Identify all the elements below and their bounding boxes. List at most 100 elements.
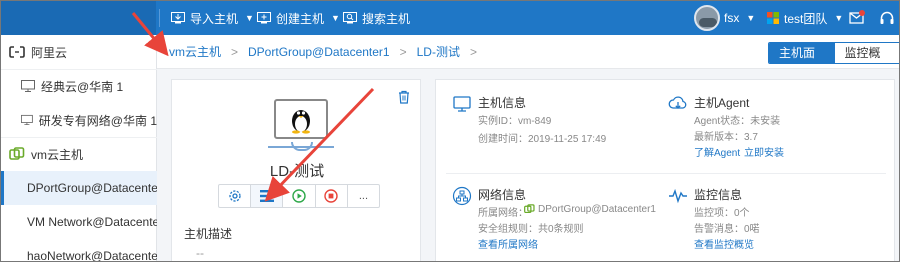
sidebar-item-classic-cloud[interactable]: 经典云@华南 1: [1, 69, 157, 103]
aliyun-icon: [9, 46, 25, 58]
create-host-menu[interactable]: 创建主机 ▼: [257, 1, 340, 35]
logo-area: [1, 1, 156, 35]
tab-host-panel[interactable]: 主机面板: [769, 43, 835, 63]
breadcrumb-separator: >: [231, 44, 239, 59]
breadcrumb-vm-hosts[interactable]: vm云主机: [169, 43, 221, 60]
chevron-down-icon: ▼: [245, 13, 254, 23]
host-desc-value: --: [196, 246, 204, 260]
sidebar-item-vm-network[interactable]: VM Network@Datacenter1: [1, 205, 157, 239]
breadcrumb-separator: >: [399, 44, 407, 59]
settings-button[interactable]: [219, 185, 252, 207]
host-desc-label: 主机描述: [184, 227, 233, 241]
mail-icon: [849, 10, 865, 24]
team-icon: [767, 12, 779, 24]
sidebar-item-label: DPortGroup@Datacenter1: [27, 181, 157, 195]
username: fsx: [724, 11, 740, 25]
avatar[interactable]: [694, 5, 720, 31]
monitor-stand: [291, 142, 313, 151]
import-host-label: 导入主机: [190, 11, 239, 26]
vmware-icon: [9, 147, 25, 160]
search-host-label: 搜索主机: [362, 11, 411, 26]
learn-agent-link[interactable]: 了解Agent: [694, 144, 740, 159]
chevron-down-icon: ▼: [331, 13, 340, 23]
network-section: 网络信息 所属网络： DPortGroup@Datacenter1 安全组规则：…: [452, 186, 662, 256]
view-network-link[interactable]: 查看所属网络: [478, 236, 538, 251]
play-icon: [292, 189, 306, 203]
more-button[interactable]: ...: [348, 185, 379, 207]
stop-icon: [324, 189, 338, 203]
search-host-button[interactable]: 搜索主机: [343, 1, 410, 35]
more-label: ...: [358, 190, 368, 202]
list-button[interactable]: [251, 185, 284, 207]
headset-icon: [880, 11, 894, 24]
breadcrumb-separator: >: [469, 44, 477, 59]
sidebar-item-label: haoNetwork@Datacenter1: [27, 249, 157, 262]
linux-host-image: [274, 99, 328, 139]
monitor-icon: [21, 80, 35, 92]
monitor-items: 监控项：0个: [694, 208, 750, 219]
app-window: 导入主机 ▼ 创建主机 ▼ 搜索主机 fsx ▼ test团队 ▼ 阿里云 经典…: [0, 0, 900, 262]
vmware-icon: [524, 204, 535, 214]
host-action-bar: ...: [218, 184, 380, 208]
import-host-menu[interactable]: 导入主机 ▼: [171, 1, 254, 35]
support-button[interactable]: [879, 1, 895, 35]
sidebar-item-label: VM Network@Datacenter1: [27, 215, 157, 229]
security-rules: 安全组规则：共0条规则: [478, 224, 584, 235]
sidebar-item-vm-hosts[interactable]: vm云主机: [1, 137, 157, 171]
network-prefix: 所属网络：: [478, 208, 528, 219]
sidebar-item-dportgroup[interactable]: DPortGroup@Datacenter1: [1, 171, 157, 205]
stop-button[interactable]: [316, 185, 348, 207]
breadcrumb-dportgroup[interactable]: DPortGroup@Datacenter1: [248, 45, 390, 59]
search-host-icon: [343, 12, 357, 24]
host-name: LD-测试: [269, 163, 325, 180]
section-title: 主机信息: [478, 96, 527, 110]
cloud-download-icon: [668, 96, 687, 109]
chevron-down-icon: ▼: [746, 13, 756, 23]
sidebar-item-label: vm云主机: [31, 147, 83, 162]
list-icon: [259, 190, 274, 202]
start-button[interactable]: [283, 185, 316, 207]
section-title: 监控信息: [694, 188, 743, 202]
sidebar-item-label: 阿里云: [31, 45, 68, 60]
section-title: 网络信息: [478, 188, 527, 202]
created-time: 创建时间：2019-11-25 17:49: [478, 134, 607, 145]
create-host-label: 创建主机: [276, 11, 325, 26]
network-icon: [452, 186, 472, 206]
pulse-icon: [669, 188, 687, 204]
team-menu[interactable]: test团队 ▼: [767, 1, 843, 35]
sidebar-item-rd-vpc[interactable]: 研发专有网络@华南 1: [1, 103, 157, 137]
create-icon: [257, 12, 271, 24]
sidebar-item-hao-network[interactable]: haoNetwork@Datacenter1: [1, 239, 157, 262]
install-agent-link[interactable]: 立即安装: [744, 144, 784, 159]
trash-icon[interactable]: [398, 90, 410, 104]
monitor-section: 监控信息 监控项：0个 告警消息：0喏 查看监控概览: [668, 186, 878, 256]
monitor-icon: [453, 96, 471, 112]
network-name: DPortGroup@Datacenter1: [538, 204, 656, 215]
sidebar: 阿里云 经典云@华南 1 研发专有网络@华南 1 vm云主机 DPortGrou…: [1, 35, 157, 262]
sidebar-item-aliyun[interactable]: 阿里云: [1, 35, 157, 69]
host-info-card: 主机信息 实例ID：vm-849 创建时间：2019-11-25 17:49 主…: [435, 79, 895, 261]
section-divider: [446, 173, 886, 174]
user-menu[interactable]: fsx ▼: [724, 1, 755, 35]
messages-button[interactable]: [849, 1, 865, 35]
instance-id: 实例ID：vm-849: [478, 116, 552, 127]
sidebar-item-label: 研发专有网络@华南 1: [38, 113, 157, 128]
import-icon: [171, 12, 185, 24]
host-card: LD-测试 ... 主机描述 --: [171, 79, 421, 261]
chevron-down-icon: ▼: [834, 13, 844, 23]
alert-messages: 告警消息：0喏: [694, 224, 760, 235]
monitor-icon: [21, 114, 33, 126]
breadcrumb-host[interactable]: LD-测试: [417, 43, 460, 60]
host-info-section: 主机信息 实例ID：vm-849 创建时间：2019-11-25 17:49: [452, 94, 662, 164]
linux-penguin-icon: [292, 110, 310, 134]
top-nav-bar: 导入主机 ▼ 创建主机 ▼ 搜索主机 fsx ▼ test团队 ▼: [1, 1, 899, 35]
topbar-divider: [159, 9, 160, 27]
view-monitor-link[interactable]: 查看监控概览: [694, 236, 754, 251]
tab-monitor-overview[interactable]: 监控概览: [834, 43, 899, 63]
agent-status: Agent状态：未安装: [694, 116, 781, 127]
agent-version: 最新版本：3.7: [694, 132, 758, 143]
agent-section: 主机Agent Agent状态：未安装 最新版本：3.7 了解Agent 立即安…: [668, 94, 878, 164]
team-name: test团队: [784, 11, 828, 26]
view-toggle: 主机面板 监控概览: [768, 42, 899, 64]
main-content: vm云主机 > DPortGroup@Datacenter1 > LD-测试 >…: [157, 35, 899, 261]
